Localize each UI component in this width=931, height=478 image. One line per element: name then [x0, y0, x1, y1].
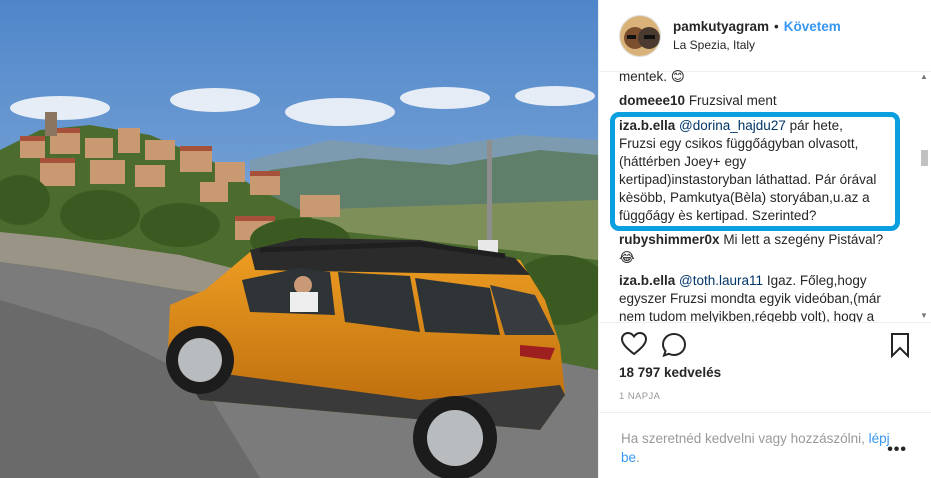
- post-username[interactable]: pamkutyagram: [673, 19, 769, 34]
- post-details-panel: pamkutyagram • Követem La Spezia, Italy …: [598, 0, 931, 478]
- separator-dot: •: [774, 19, 779, 34]
- post-location[interactable]: La Spezia, Italy: [673, 38, 841, 52]
- post-timestamp: 1 NAPJA: [619, 391, 661, 402]
- scrollbar-thumb[interactable]: [921, 150, 928, 166]
- comment-text: mentek. 😊: [619, 69, 685, 84]
- comment-icon[interactable]: [661, 332, 687, 361]
- heart-icon[interactable]: [620, 331, 648, 359]
- comment-item: rubyshimmer0x Mi lett a szegény Pistával…: [599, 231, 909, 267]
- likes-count[interactable]: 18 797 kedvelés: [619, 365, 721, 380]
- comments-scrollbar[interactable]: ▲ ▼: [919, 72, 929, 320]
- comment-item: mentek. 😊: [599, 68, 703, 86]
- comment-highlight-box: [610, 112, 900, 231]
- follow-button[interactable]: Követem: [784, 19, 841, 34]
- comment-item: iza.b.ella @toth.laura11 Igaz. Főleg,hog…: [599, 272, 909, 322]
- comment-username[interactable]: rubyshimmer0x: [619, 232, 720, 247]
- scroll-up-icon[interactable]: ▲: [920, 72, 928, 81]
- photo-scene: [0, 0, 598, 478]
- scroll-down-icon[interactable]: ▼: [920, 311, 928, 320]
- bookmark-icon[interactable]: [890, 332, 910, 361]
- avatar[interactable]: [619, 14, 661, 57]
- login-prompt-text: Ha szeretnéd kedvelni vagy hozzászólni,: [621, 431, 865, 446]
- comment-text: Fruzsival ment: [688, 93, 777, 108]
- login-prompt-period: .: [636, 450, 640, 465]
- post-photo[interactable]: [0, 0, 598, 478]
- comment-mention[interactable]: @toth.laura11: [679, 273, 763, 288]
- comment-item: domeee10 Fruzsival ment: [599, 92, 795, 110]
- post-actions: [599, 322, 931, 368]
- comment-username[interactable]: iza.b.ella: [619, 273, 675, 288]
- more-options-icon[interactable]: •••: [887, 441, 907, 459]
- comment-username[interactable]: domeee10: [619, 93, 685, 108]
- login-prompt: Ha szeretnéd kedvelni vagy hozzászólni, …: [599, 412, 931, 478]
